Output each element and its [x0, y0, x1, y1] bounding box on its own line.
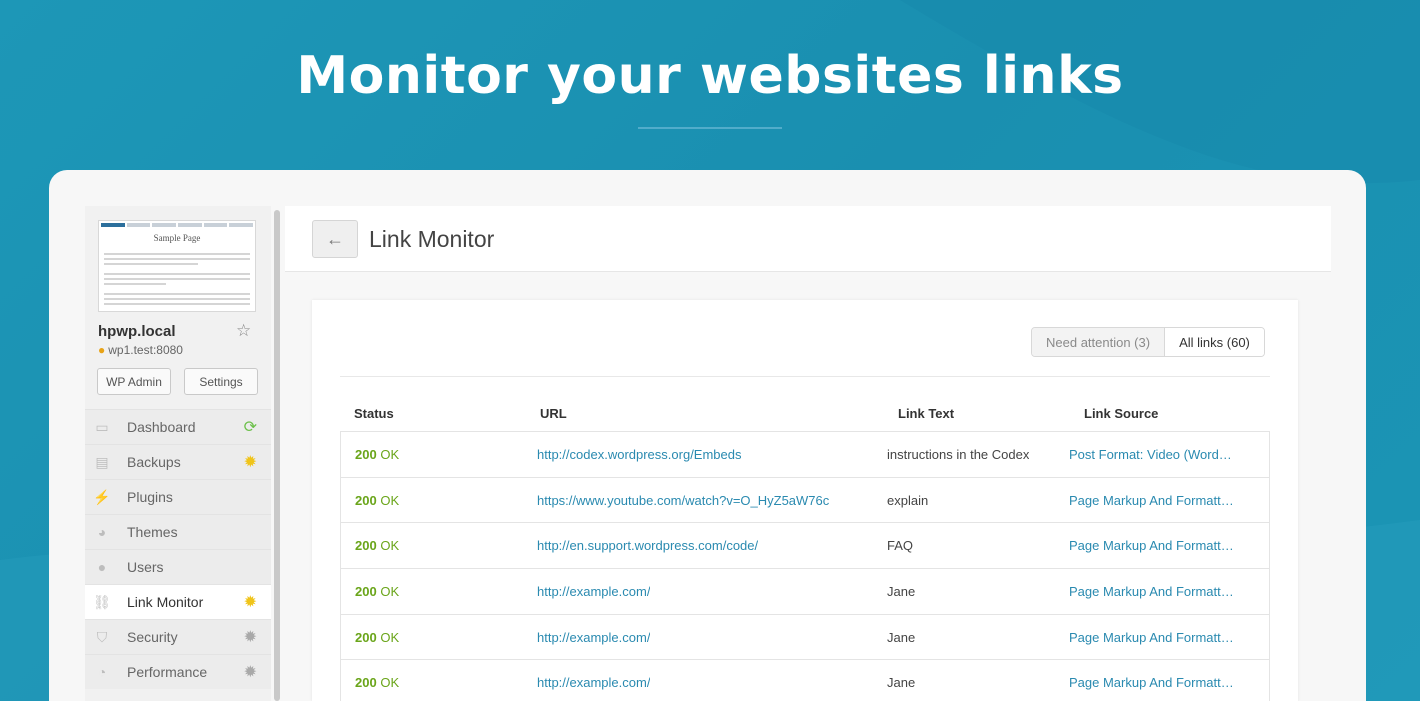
site-url-text: wp1.test:8080 [108, 343, 183, 357]
status-code: 200 [355, 447, 377, 462]
status-cell: 200 OK [355, 630, 399, 645]
url-link[interactable]: http://codex.wordpress.org/Embeds [537, 447, 742, 462]
star-icon[interactable]: ☆ [236, 321, 251, 341]
status-code: 200 [355, 492, 377, 508]
column-header-link-text: Link Text [898, 406, 955, 421]
link-source[interactable]: Page Markup And Formatt… [1069, 493, 1259, 508]
site-url: ● wp1.test:8080 [98, 343, 183, 357]
link-text: FAQ [887, 538, 914, 554]
filter-tabs: Need attention (3) All links (60) [1031, 327, 1265, 357]
sidebar-item-plugins[interactable]: ⚡ Plugins [85, 479, 271, 514]
filter-all-links[interactable]: All links (60) [1165, 328, 1264, 356]
sidebar-item-security[interactable]: ⛉ Security ✹ [85, 619, 271, 654]
url-link[interactable]: http://example.com/ [537, 630, 650, 645]
sidebar-item-label: Themes [127, 524, 178, 540]
globe-icon: ● [98, 343, 106, 357]
status-cell: 200 OK [355, 493, 399, 508]
status-cell: 200 OK [355, 538, 399, 553]
column-header-link-source: Link Source [1084, 406, 1159, 421]
link-text: Jane [887, 629, 916, 645]
monitor-icon: ▭ [95, 418, 109, 435]
table-row: 200 OK http://en.support.wordpress.com/c… [341, 523, 1269, 570]
table-row: 200 OK https://www.youtube.com/watch?v=O… [341, 478, 1269, 524]
status-code: 200 [355, 538, 377, 554]
status-text: OK [380, 629, 400, 645]
gear-icon: ✹ [243, 629, 257, 646]
sidebar-item-dashboard[interactable]: ▭ Dashboard ⟳ [85, 409, 271, 444]
page-title: Link Monitor [369, 226, 495, 252]
status-code: 200 [355, 629, 377, 645]
hdd-icon: ▤ [95, 453, 109, 470]
sidebar-item-label: Users [127, 559, 164, 575]
url-link[interactable]: http://example.com/ [537, 584, 650, 599]
sidebar-menu: ▭ Dashboard ⟳ ▤ Backups ✹ ⚡ Plugins ◕ Th… [85, 409, 271, 689]
sidebar-item-link-monitor[interactable]: ⛓ Link Monitor ✹ [85, 584, 271, 619]
sidebar-scrollbar[interactable] [274, 210, 280, 701]
gear-icon: ✹ [243, 664, 257, 681]
table-row: 200 OK http://codex.wordpress.org/Embeds… [341, 432, 1269, 478]
thumbnail-nav [99, 221, 255, 229]
links-table: 200 OK http://codex.wordpress.org/Embeds… [340, 431, 1270, 701]
gear-warning-icon: ✹ [243, 454, 257, 471]
status-code: 200 [355, 675, 377, 691]
headline-divider [638, 127, 782, 129]
gear-warning-icon: ✹ [243, 594, 257, 611]
sidebar-item-label: Link Monitor [127, 594, 204, 610]
link-source[interactable]: Page Markup And Formatt… [1069, 675, 1259, 690]
filter-need-attention[interactable]: Need attention (3) [1032, 328, 1166, 356]
link-source[interactable]: Page Markup And Formatt… [1069, 584, 1259, 599]
shield-icon: ⛉ [96, 628, 108, 645]
url-link[interactable]: http://en.support.wordpress.com/code/ [537, 538, 758, 553]
table-row: 200 OK http://example.com/ Jane Page Mar… [341, 569, 1269, 615]
table-row: 200 OK http://example.com/ Jane Page Mar… [341, 615, 1269, 661]
url-link[interactable]: http://example.com/ [537, 675, 650, 690]
link-text: explain [887, 492, 929, 508]
status-text: OK [380, 538, 400, 554]
gauge-icon: ◔ [97, 664, 107, 680]
column-header-status: Status [354, 406, 394, 421]
sidebar-item-label: Backups [127, 454, 181, 470]
link-text: Jane [887, 584, 916, 600]
sidebar-item-users[interactable]: ● Users [85, 549, 271, 584]
status-cell: 200 OK [355, 584, 399, 599]
headline: Monitor your websites links [296, 46, 1124, 106]
status-text: OK [380, 447, 400, 462]
sidebar-item-label: Dashboard [127, 419, 196, 435]
url-link[interactable]: https://www.youtube.com/watch?v=O_HyZ5aW… [537, 493, 829, 508]
sidebar-item-backups[interactable]: ▤ Backups ✹ [85, 444, 271, 479]
status-text: OK [380, 675, 400, 691]
back-button[interactable]: ← [312, 220, 358, 258]
site-name: hpwp.local [98, 323, 176, 340]
site-thumbnail[interactable]: Sample Page [98, 220, 256, 312]
settings-button[interactable]: Settings [184, 368, 258, 395]
sidebar-item-label: Security [127, 629, 178, 645]
status-code: 200 [355, 584, 377, 600]
sidebar-item-label: Plugins [127, 489, 173, 505]
thumbnail-title: Sample Page [153, 233, 201, 243]
link-text: Jane [887, 675, 916, 691]
arrow-left-icon: ← [326, 228, 344, 249]
link-icon: ⛓ [93, 593, 111, 610]
user-icon: ● [97, 559, 107, 575]
link-text: instructions in the Codex [887, 447, 1030, 462]
sidebar-item-label: Performance [127, 664, 208, 680]
link-source[interactable]: Page Markup And Formatt… [1069, 538, 1259, 553]
sidebar-item-performance[interactable]: ◔ Performance ✹ [85, 654, 271, 689]
plug-icon: ⚡ [93, 488, 111, 505]
wp-admin-button[interactable]: WP Admin [97, 368, 171, 395]
palette-icon: ◕ [97, 524, 107, 540]
link-source[interactable]: Post Format: Video (Word… [1069, 447, 1259, 462]
table-row: 200 OK http://example.com/ Jane Page Mar… [341, 660, 1269, 701]
sidebar-item-themes[interactable]: ◕ Themes [85, 514, 271, 549]
refresh-icon: ⟳ [243, 419, 257, 436]
status-text: OK [380, 584, 400, 600]
status-cell: 200 OK [355, 675, 399, 690]
status-cell: 200 OK [355, 447, 399, 462]
status-text: OK [380, 492, 400, 508]
column-header-url: URL [540, 406, 567, 421]
divider [340, 376, 1270, 377]
link-source[interactable]: Page Markup And Formatt… [1069, 630, 1259, 645]
